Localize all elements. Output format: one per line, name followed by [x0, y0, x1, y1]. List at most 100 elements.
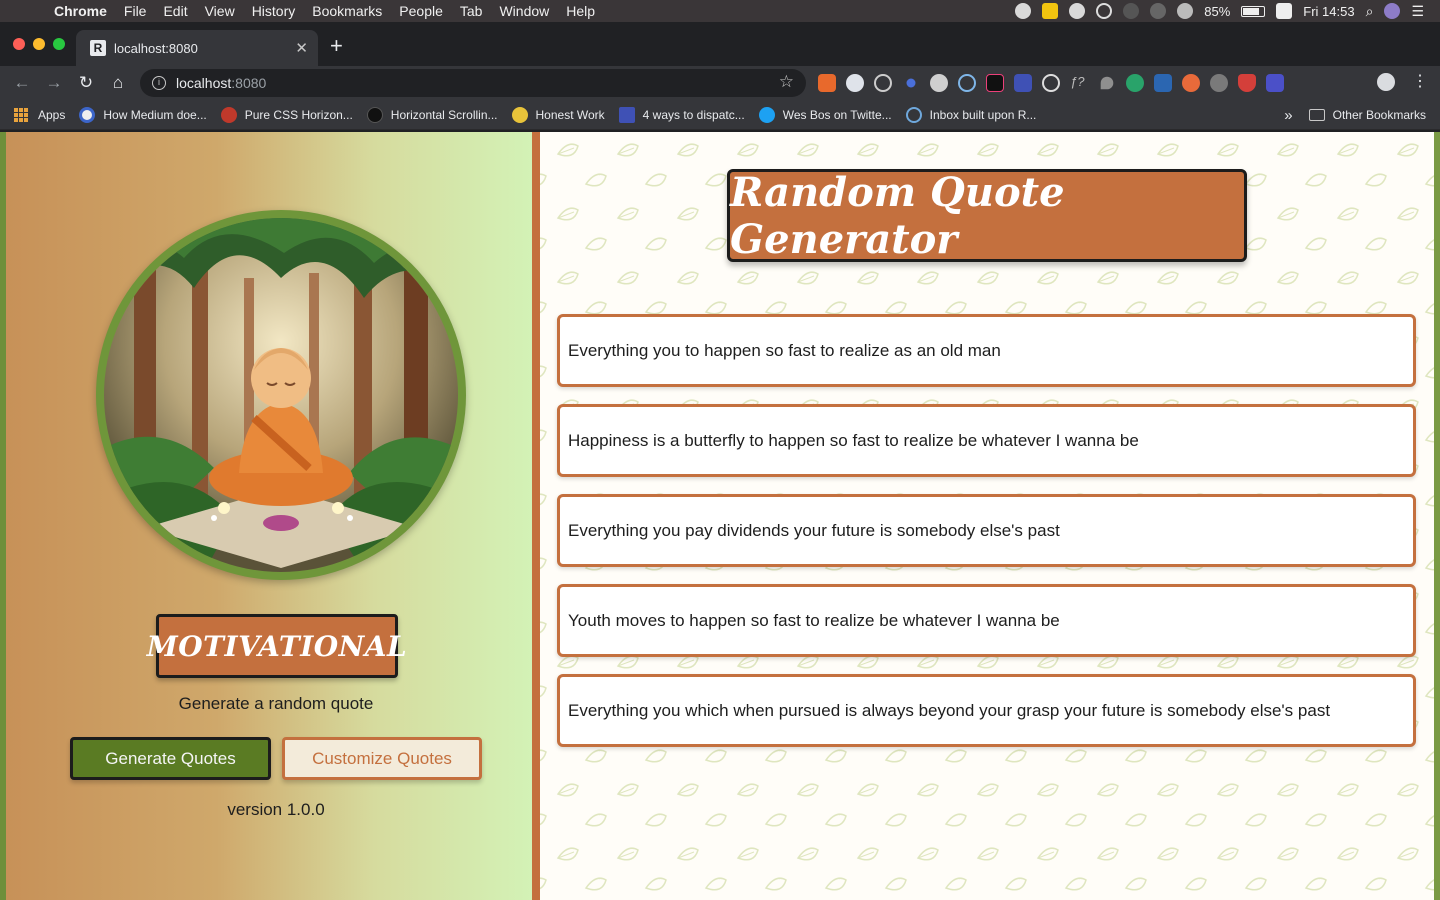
- fullscreen-window-button[interactable]: [53, 38, 65, 50]
- folder-icon: [1308, 109, 1325, 121]
- menu-file[interactable]: File: [124, 3, 147, 19]
- site-info-icon[interactable]: i: [152, 76, 166, 90]
- menu-tab[interactable]: Tab: [460, 3, 483, 19]
- extension-circle-icon[interactable]: [846, 74, 864, 92]
- bookmark-item[interactable]: Horizontal Scrollin...: [366, 106, 498, 123]
- menu-help[interactable]: Help: [566, 3, 595, 19]
- scroll-favicon-icon: [366, 106, 383, 123]
- twitter-favicon-icon: [758, 106, 775, 123]
- profile-avatar-icon[interactable]: [1375, 71, 1397, 93]
- status-area: 85% Fri 14:53 ⌕ ☰: [1015, 0, 1424, 22]
- bookmark-star-icon[interactable]: ☆: [779, 72, 794, 92]
- browser-tab[interactable]: R localhost:8080 ✕: [76, 30, 318, 66]
- more-menu-icon[interactable]: ⋮: [1412, 71, 1428, 91]
- battery-icon[interactable]: [1241, 5, 1266, 17]
- generate-quotes-button[interactable]: Generate Quotes: [70, 737, 271, 780]
- close-window-button[interactable]: [13, 38, 25, 50]
- browser-toolbar: ← → ↻ ⌂ i localhost:8080 ☆ ƒ? ⋮: [0, 66, 1440, 100]
- bookmark-label: Apps: [38, 107, 66, 122]
- extensions-area: ƒ?: [818, 74, 1284, 92]
- extension-target-icon[interactable]: [874, 74, 892, 92]
- extension-percent-icon[interactable]: [818, 74, 836, 92]
- extension-m-icon[interactable]: [1154, 74, 1172, 92]
- extension-gear-icon[interactable]: [930, 74, 948, 92]
- evernote-status-icon[interactable]: [1069, 3, 1086, 19]
- macos-menu-bar: Chrome File Edit View History Bookmarks …: [0, 0, 1440, 22]
- forward-arrow-icon[interactable]: →: [43, 72, 65, 94]
- extension-atom-icon[interactable]: [1042, 74, 1060, 92]
- bookmark-item[interactable]: 4 ways to dispatc...: [618, 106, 745, 123]
- page-viewport: MOTIVATIONAL Generate a random quote Gen…: [0, 132, 1440, 900]
- timer-status-icon[interactable]: [1096, 3, 1113, 19]
- brand-badge: MOTIVATIONAL: [147, 614, 407, 678]
- bookmarks-right: » Other Bookmarks: [1284, 100, 1426, 130]
- monk-forest-image: [104, 218, 458, 572]
- quote-card: Everything you which when pursued is alw…: [557, 674, 1416, 747]
- extension-green-icon[interactable]: [1126, 74, 1144, 92]
- url-host: localhost: [176, 75, 232, 91]
- clock[interactable]: Fri 14:53: [1303, 4, 1354, 19]
- bookmark-apps[interactable]: Apps: [14, 107, 66, 122]
- menu-history[interactable]: History: [252, 3, 296, 19]
- close-tab-icon[interactable]: ✕: [295, 39, 308, 57]
- extension-dots-icon[interactable]: [906, 78, 916, 88]
- shield-status-icon[interactable]: [1042, 3, 1059, 19]
- extension-z-icon[interactable]: [1266, 74, 1284, 92]
- quote-card: Happiness is a butterfly to happen so fa…: [557, 404, 1416, 477]
- checkmark-status-icon[interactable]: [1015, 3, 1032, 19]
- extension-function-icon[interactable]: ƒ?: [1070, 74, 1088, 92]
- bookmark-label: Honest Work: [535, 107, 605, 122]
- bookmark-label: Wes Bos on Twitte...: [782, 107, 892, 122]
- back-arrow-icon[interactable]: ←: [11, 72, 33, 94]
- main-panel: Random Quote Generator Everything you to…: [540, 132, 1440, 900]
- tab-strip: R localhost:8080 ✕ +: [0, 22, 1440, 66]
- bookmark-item[interactable]: Inbox built upon R...: [905, 106, 1037, 123]
- bookmark-item[interactable]: Honest Work: [511, 106, 605, 123]
- user-switch-icon[interactable]: [1276, 3, 1293, 19]
- spotlight-icon[interactable]: ⌕: [1366, 3, 1374, 20]
- minimize-window-button[interactable]: [33, 38, 45, 50]
- bookmark-item[interactable]: Pure CSS Horizon...: [220, 106, 353, 123]
- extension-pixel-icon[interactable]: [986, 74, 1004, 92]
- url-port: :8080: [231, 75, 267, 91]
- menu-edit[interactable]: Edit: [163, 3, 187, 19]
- bookmarks-overflow-icon[interactable]: »: [1284, 107, 1292, 124]
- menu-window[interactable]: Window: [499, 3, 549, 19]
- version-label: version 1.0.0: [227, 800, 325, 819]
- menu-view[interactable]: View: [205, 3, 235, 19]
- location-pin-icon[interactable]: [1100, 76, 1114, 90]
- siri-icon[interactable]: [1384, 3, 1401, 19]
- new-tab-icon[interactable]: +: [330, 35, 343, 57]
- quote-card: Everything you pay dividends your future…: [557, 494, 1416, 567]
- tagline: Generate a random quote: [178, 694, 374, 713]
- bookmark-label: Inbox built upon R...: [929, 107, 1037, 122]
- other-bookmarks[interactable]: Other Bookmarks: [1308, 108, 1426, 122]
- tab-favicon-icon: R: [90, 40, 106, 56]
- extension-person-icon[interactable]: [1182, 74, 1200, 92]
- extension-w-icon[interactable]: [1210, 74, 1228, 92]
- sidebar-panel: MOTIVATIONAL Generate a random quote Gen…: [0, 132, 540, 900]
- reload-icon[interactable]: ↻: [75, 72, 97, 94]
- menu-people[interactable]: People: [399, 3, 443, 19]
- bluetooth-icon[interactable]: [1150, 3, 1167, 19]
- react-devtools-icon[interactable]: [958, 74, 976, 92]
- customize-quotes-button[interactable]: Customize Quotes: [282, 737, 482, 780]
- menu-app-name[interactable]: Chrome: [54, 3, 107, 19]
- apps-grid-icon: [14, 107, 28, 122]
- bookmark-label: How Medium doe...: [103, 107, 207, 122]
- address-bar[interactable]: i localhost:8080 ☆: [140, 69, 806, 97]
- bookmark-item[interactable]: How Medium doe...: [79, 106, 207, 123]
- record-status-icon[interactable]: [1123, 3, 1140, 19]
- bookmarks-bar: Apps How Medium doe... Pure CSS Horizon.…: [0, 100, 1440, 130]
- menu-bookmarks[interactable]: Bookmarks: [312, 3, 382, 19]
- honest-work-favicon-icon: [511, 106, 528, 123]
- bookmark-item[interactable]: Wes Bos on Twitte...: [758, 106, 892, 123]
- extension-shield-icon[interactable]: [1238, 74, 1256, 92]
- dispatch-favicon-icon: [618, 106, 635, 123]
- home-icon[interactable]: ⌂: [107, 72, 129, 94]
- notification-center-icon[interactable]: ☰: [1411, 3, 1424, 20]
- extension-window-icon[interactable]: [1014, 74, 1032, 92]
- quote-card: Everything you to happen so fast to real…: [557, 314, 1416, 387]
- bookmark-label: Pure CSS Horizon...: [244, 107, 353, 122]
- wifi-icon[interactable]: [1177, 3, 1194, 19]
